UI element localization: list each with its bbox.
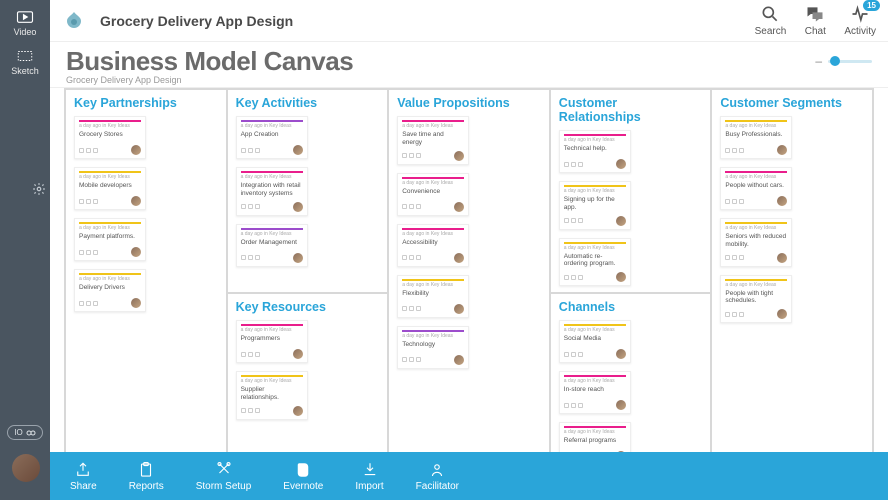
activity-badge: 15 — [863, 0, 880, 11]
canvas-card[interactable]: a day ago in Key IdeasIn-store reach — [559, 371, 631, 414]
play-icon — [16, 10, 34, 24]
canvas-card[interactable]: a day ago in Key IdeasPeople with tight … — [720, 275, 792, 324]
canvas-card[interactable]: a day ago in Key IdeasApp Creation — [236, 116, 308, 159]
canvas-subtitle: Grocery Delivery App Design — [66, 75, 815, 85]
search-button[interactable]: Search — [755, 4, 787, 37]
cell-customer-segments[interactable]: Customer Segments a day ago in Key Ideas… — [711, 89, 873, 452]
zoom-minus-icon: – — [815, 54, 822, 68]
chat-icon — [804, 4, 826, 24]
card-avatar — [293, 202, 303, 212]
canvas-card[interactable]: a day ago in Key IdeasProgrammers — [236, 320, 308, 363]
canvas-card[interactable]: a day ago in Key IdeasPeople without car… — [720, 167, 792, 210]
card-avatar — [131, 196, 141, 206]
reports-button[interactable]: Reports — [129, 461, 164, 492]
card-avatar — [293, 145, 303, 155]
activity-button[interactable]: 15 Activity — [844, 4, 876, 37]
card-avatar — [293, 406, 303, 416]
evernote-icon — [294, 461, 312, 479]
cell-key-resources[interactable]: Key Resources a day ago in Key IdeasProg… — [227, 293, 389, 452]
canvas-card[interactable]: a day ago in Key IdeasSave time and ener… — [397, 116, 469, 165]
canvas-card[interactable]: a day ago in Key IdeasAutomatic re-order… — [559, 238, 631, 287]
canvas-card[interactable]: a day ago in Key IdeasBusy Professionals… — [720, 116, 792, 159]
app-logo-icon — [62, 9, 86, 33]
card-avatar — [616, 400, 626, 410]
rail-video-label: Video — [14, 27, 37, 37]
rail-sketch[interactable]: Sketch — [0, 43, 50, 82]
search-icon — [759, 4, 781, 24]
card-avatar — [454, 355, 464, 365]
canvas-card[interactable]: a day ago in Key IdeasAccessibility — [397, 224, 469, 267]
cell-channels[interactable]: Channels a day ago in Key IdeasSocial Me… — [550, 293, 712, 452]
canvas-card[interactable]: a day ago in Key IdeasMobile developers — [74, 167, 146, 210]
canvas-area: Key Partnerships a day ago in Key IdeasG… — [50, 88, 888, 452]
canvas-card[interactable]: a day ago in Key IdeasOrder Management — [236, 224, 308, 267]
canvas-header: Business Model Canvas Grocery Delivery A… — [50, 42, 888, 88]
share-button[interactable]: Share — [70, 461, 97, 492]
evernote-button[interactable]: Evernote — [283, 461, 323, 492]
canvas-card[interactable]: a day ago in Key IdeasIntegration with r… — [236, 167, 308, 216]
card-avatar — [616, 349, 626, 359]
facilitator-button[interactable]: Facilitator — [416, 461, 459, 492]
card-avatar — [454, 253, 464, 263]
bottombar: Share Reports Storm Setup Evernote Impor… — [50, 452, 888, 500]
storm-setup-button[interactable]: Storm Setup — [196, 461, 252, 492]
chat-button[interactable]: Chat — [804, 4, 826, 37]
cell-key-partnerships[interactable]: Key Partnerships a day ago in Key IdeasG… — [65, 89, 227, 452]
user-avatar[interactable] — [12, 454, 40, 482]
zoom-slider[interactable]: – — [815, 46, 872, 68]
card-avatar — [131, 247, 141, 257]
canvas-title: Business Model Canvas — [66, 46, 815, 77]
canvas-card[interactable]: a day ago in Key IdeasSocial Media — [559, 320, 631, 363]
card-avatar — [293, 349, 303, 359]
main-area: Grocery Delivery App Design Search Chat … — [50, 0, 888, 500]
import-button[interactable]: Import — [355, 461, 383, 492]
canvas-card[interactable]: a day ago in Key IdeasSeniors with reduc… — [720, 218, 792, 267]
card-avatar — [131, 145, 141, 155]
canvas-card[interactable]: a day ago in Key IdeasGrocery Stores — [74, 116, 146, 159]
rail-sketch-label: Sketch — [11, 66, 39, 76]
cell-key-activities[interactable]: Key Activities a day ago in Key IdeasApp… — [227, 89, 389, 293]
gear-icon[interactable] — [32, 182, 46, 196]
canvas-card[interactable]: a day ago in Key IdeasPayment platforms. — [74, 218, 146, 261]
card-avatar — [777, 309, 787, 319]
project-title: Grocery Delivery App Design — [100, 13, 293, 29]
card-avatar — [777, 145, 787, 155]
left-rail: Video Sketch IO — [0, 0, 50, 500]
rail-video[interactable]: Video — [0, 4, 50, 43]
canvas-card[interactable]: a day ago in Key IdeasSigning up for the… — [559, 181, 631, 230]
topbar: Grocery Delivery App Design Search Chat … — [50, 0, 888, 42]
cell-customer-relationships[interactable]: Customer Relationships a day ago in Key … — [550, 89, 712, 293]
card-avatar — [454, 202, 464, 212]
card-avatar — [616, 272, 626, 282]
card-avatar — [454, 304, 464, 314]
card-avatar — [131, 298, 141, 308]
canvas-card[interactable]: a day ago in Key IdeasTechnical help. — [559, 130, 631, 173]
io-pill[interactable]: IO — [7, 425, 42, 440]
canvas-card[interactable]: a day ago in Key IdeasDelivery Drivers — [74, 269, 146, 312]
cell-value-propositions[interactable]: Value Propositions a day ago in Key Idea… — [388, 89, 550, 452]
canvas-card[interactable]: a day ago in Key IdeasConvenience — [397, 173, 469, 216]
card-avatar — [616, 216, 626, 226]
canvas-card[interactable]: a day ago in Key IdeasReferral programs — [559, 422, 631, 452]
canvas-card[interactable]: a day ago in Key IdeasTechnology — [397, 326, 469, 369]
sketch-icon — [16, 49, 34, 63]
card-avatar — [293, 253, 303, 263]
card-avatar — [454, 151, 464, 161]
import-icon — [361, 461, 379, 479]
tools-icon — [215, 461, 233, 479]
canvas-card[interactable]: a day ago in Key IdeasSupplier relations… — [236, 371, 308, 420]
canvas-card[interactable]: a day ago in Key IdeasFlexibility — [397, 275, 469, 318]
clipboard-icon — [137, 461, 155, 479]
card-avatar — [777, 196, 787, 206]
card-avatar — [777, 253, 787, 263]
card-avatar — [616, 159, 626, 169]
person-icon — [428, 461, 446, 479]
share-icon — [74, 461, 92, 479]
